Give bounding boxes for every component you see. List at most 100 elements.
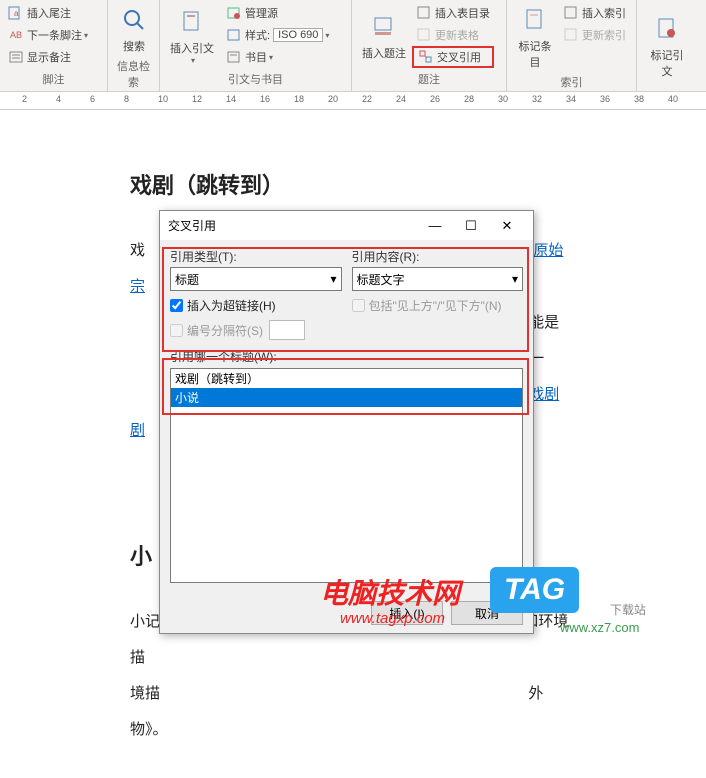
ribbon-group-caption: 插入题注 插入表目录 更新表格 交叉引用 题注 bbox=[352, 0, 507, 91]
caption-icon bbox=[368, 11, 400, 43]
ruler[interactable]: 246810121416182022242628303234363840 bbox=[0, 92, 706, 110]
bibliography-button[interactable]: 书目▾ bbox=[222, 46, 333, 68]
close-button[interactable]: ✕ bbox=[489, 218, 525, 234]
insert-index-button[interactable]: 插入索引 bbox=[559, 2, 630, 24]
ribbon-group-toa: 标记引文 bbox=[637, 0, 697, 91]
heading-1: 戏剧（跳转到） bbox=[130, 160, 570, 213]
insert-tof-label: 插入表目录 bbox=[435, 5, 490, 21]
insert-index-label: 插入索引 bbox=[582, 5, 626, 21]
p2-c: 外物》。 bbox=[130, 685, 543, 738]
style-dropdown[interactable]: 样式: ISO 690▾ bbox=[222, 24, 333, 46]
ref-content-value: 标题文字 bbox=[357, 271, 405, 288]
show-notes-icon bbox=[8, 49, 24, 65]
chevron-down-icon: ▾ bbox=[330, 272, 336, 286]
ruler-mark: 30 bbox=[498, 94, 508, 104]
chevron-down-icon: ▾ bbox=[269, 53, 273, 62]
ribbon-group-index: 标记条目 插入索引 更新索引 索引 bbox=[507, 0, 637, 91]
ruler-mark: 16 bbox=[260, 94, 270, 104]
svg-text:AB: AB bbox=[10, 30, 22, 40]
mark-entry-button[interactable]: 标记条目 bbox=[511, 2, 559, 72]
show-notes-button[interactable]: 显示备注 bbox=[4, 46, 92, 68]
hyperlink-checkbox[interactable]: 插入为超链接(H) bbox=[170, 297, 342, 314]
next-footnote-icon: AB bbox=[8, 27, 24, 43]
ruler-mark: 32 bbox=[532, 94, 542, 104]
search-icon bbox=[118, 4, 150, 36]
footnote-group-label: 脚注 bbox=[4, 69, 103, 89]
insert-caption-button[interactable]: 插入题注 bbox=[356, 2, 412, 69]
citation-icon bbox=[176, 6, 208, 38]
chevron-down-icon: ▾ bbox=[325, 31, 329, 40]
chevron-down-icon: ▾ bbox=[191, 56, 195, 65]
ruler-mark: 40 bbox=[668, 94, 678, 104]
mark-entry-icon bbox=[519, 4, 551, 36]
update-icon bbox=[416, 27, 432, 43]
ruler-mark: 14 bbox=[226, 94, 236, 104]
svg-text:a: a bbox=[14, 9, 19, 18]
cross-reference-dialog: 交叉引用 — ☐ ✕ 引用类型(T): 标题 ▾ 引用内容(R): 标题文字 ▾ bbox=[159, 210, 534, 634]
p1-a: 戏 bbox=[130, 242, 145, 259]
ruler-mark: 24 bbox=[396, 94, 406, 104]
insert-endnote-label: 插入尾注 bbox=[27, 5, 71, 21]
endnote-icon: a bbox=[8, 5, 24, 21]
dialog-body: 引用类型(T): 标题 ▾ 引用内容(R): 标题文字 ▾ 插入为超链接(H) bbox=[160, 240, 533, 593]
mark-citation-label: 标记引文 bbox=[647, 47, 687, 79]
manage-sources-icon bbox=[226, 5, 242, 21]
tag-badge: TAG bbox=[490, 567, 579, 613]
search-button[interactable]: 搜索 bbox=[112, 2, 156, 56]
ruler-mark: 34 bbox=[566, 94, 576, 104]
ruler-mark: 6 bbox=[90, 94, 95, 104]
ruler-mark: 36 bbox=[600, 94, 610, 104]
ruler-mark: 22 bbox=[362, 94, 372, 104]
separator-input bbox=[269, 320, 305, 340]
list-item[interactable]: 戏剧（跳转到） bbox=[171, 369, 522, 388]
next-footnote-button[interactable]: AB 下一条脚注▾ bbox=[4, 24, 92, 46]
chevron-down-icon: ▾ bbox=[84, 31, 88, 40]
insert-endnote-button[interactable]: a 插入尾注 bbox=[4, 2, 92, 24]
hyperlink-checkbox-input[interactable] bbox=[170, 299, 183, 312]
search-label: 搜索 bbox=[123, 38, 145, 54]
above-below-checkbox-input bbox=[352, 299, 365, 312]
citation-group-label: 引文与书目 bbox=[164, 69, 347, 89]
ref-content-select[interactable]: 标题文字 ▾ bbox=[352, 267, 524, 291]
ribbon-group-citation: 插入引文▾ 管理源 样式: ISO 690▾ 书目▾ 引文与书目 bbox=[160, 0, 352, 91]
ref-type-value: 标题 bbox=[175, 271, 199, 288]
dialog-title: 交叉引用 bbox=[168, 217, 417, 234]
p2-a: 小记 bbox=[130, 613, 160, 630]
ref-type-select[interactable]: 标题 ▾ bbox=[170, 267, 342, 291]
ruler-mark: 26 bbox=[430, 94, 440, 104]
ruler-mark: 20 bbox=[328, 94, 338, 104]
tof-icon bbox=[416, 5, 432, 21]
manage-sources-label: 管理源 bbox=[245, 5, 278, 21]
insert-citation-button[interactable]: 插入引文▾ bbox=[164, 2, 220, 69]
update-index-label: 更新索引 bbox=[582, 27, 626, 43]
mark-citation-button[interactable]: 标记引文 bbox=[641, 2, 693, 89]
watermark-url: www.tagxp.com bbox=[340, 610, 445, 627]
maximize-button[interactable]: ☐ bbox=[453, 218, 489, 234]
heading-list[interactable]: 戏剧（跳转到） 小说 bbox=[170, 368, 523, 583]
ruler-mark: 8 bbox=[124, 94, 129, 104]
bibliography-icon bbox=[226, 49, 242, 65]
ribbon: a 插入尾注 AB 下一条脚注▾ 显示备注 脚注 搜索 信息检索 bbox=[0, 0, 706, 92]
above-below-checkbox: 包括"见上方"/"见下方"(N) bbox=[352, 297, 524, 314]
tag-sub2: 下载站 bbox=[610, 601, 646, 618]
insert-caption-label: 插入题注 bbox=[362, 45, 406, 61]
ruler-mark: 28 bbox=[464, 94, 474, 104]
ruler-mark: 12 bbox=[192, 94, 202, 104]
bibliography-label: 书目 bbox=[245, 49, 267, 65]
dialog-titlebar[interactable]: 交叉引用 — ☐ ✕ bbox=[160, 211, 533, 240]
above-below-checkbox-label: 包括"见上方"/"见下方"(N) bbox=[369, 297, 502, 314]
list-item[interactable]: 小说 bbox=[171, 388, 522, 407]
cross-ref-icon bbox=[418, 49, 434, 65]
next-footnote-label: 下一条脚注 bbox=[27, 27, 82, 43]
ruler-mark: 18 bbox=[294, 94, 304, 104]
minimize-button[interactable]: — bbox=[417, 218, 453, 233]
cross-reference-button[interactable]: 交叉引用 bbox=[412, 46, 494, 68]
insert-tof-button[interactable]: 插入表目录 bbox=[412, 2, 494, 24]
chevron-down-icon: ▾ bbox=[512, 272, 518, 286]
ruler-mark: 38 bbox=[634, 94, 644, 104]
ribbon-group-footnote: a 插入尾注 AB 下一条脚注▾ 显示备注 脚注 bbox=[0, 0, 108, 91]
link-drama[interactable]: 剧 bbox=[130, 422, 145, 439]
cross-reference-label: 交叉引用 bbox=[437, 49, 481, 65]
research-group-label: 信息检索 bbox=[112, 56, 155, 92]
manage-sources-button[interactable]: 管理源 bbox=[222, 2, 333, 24]
